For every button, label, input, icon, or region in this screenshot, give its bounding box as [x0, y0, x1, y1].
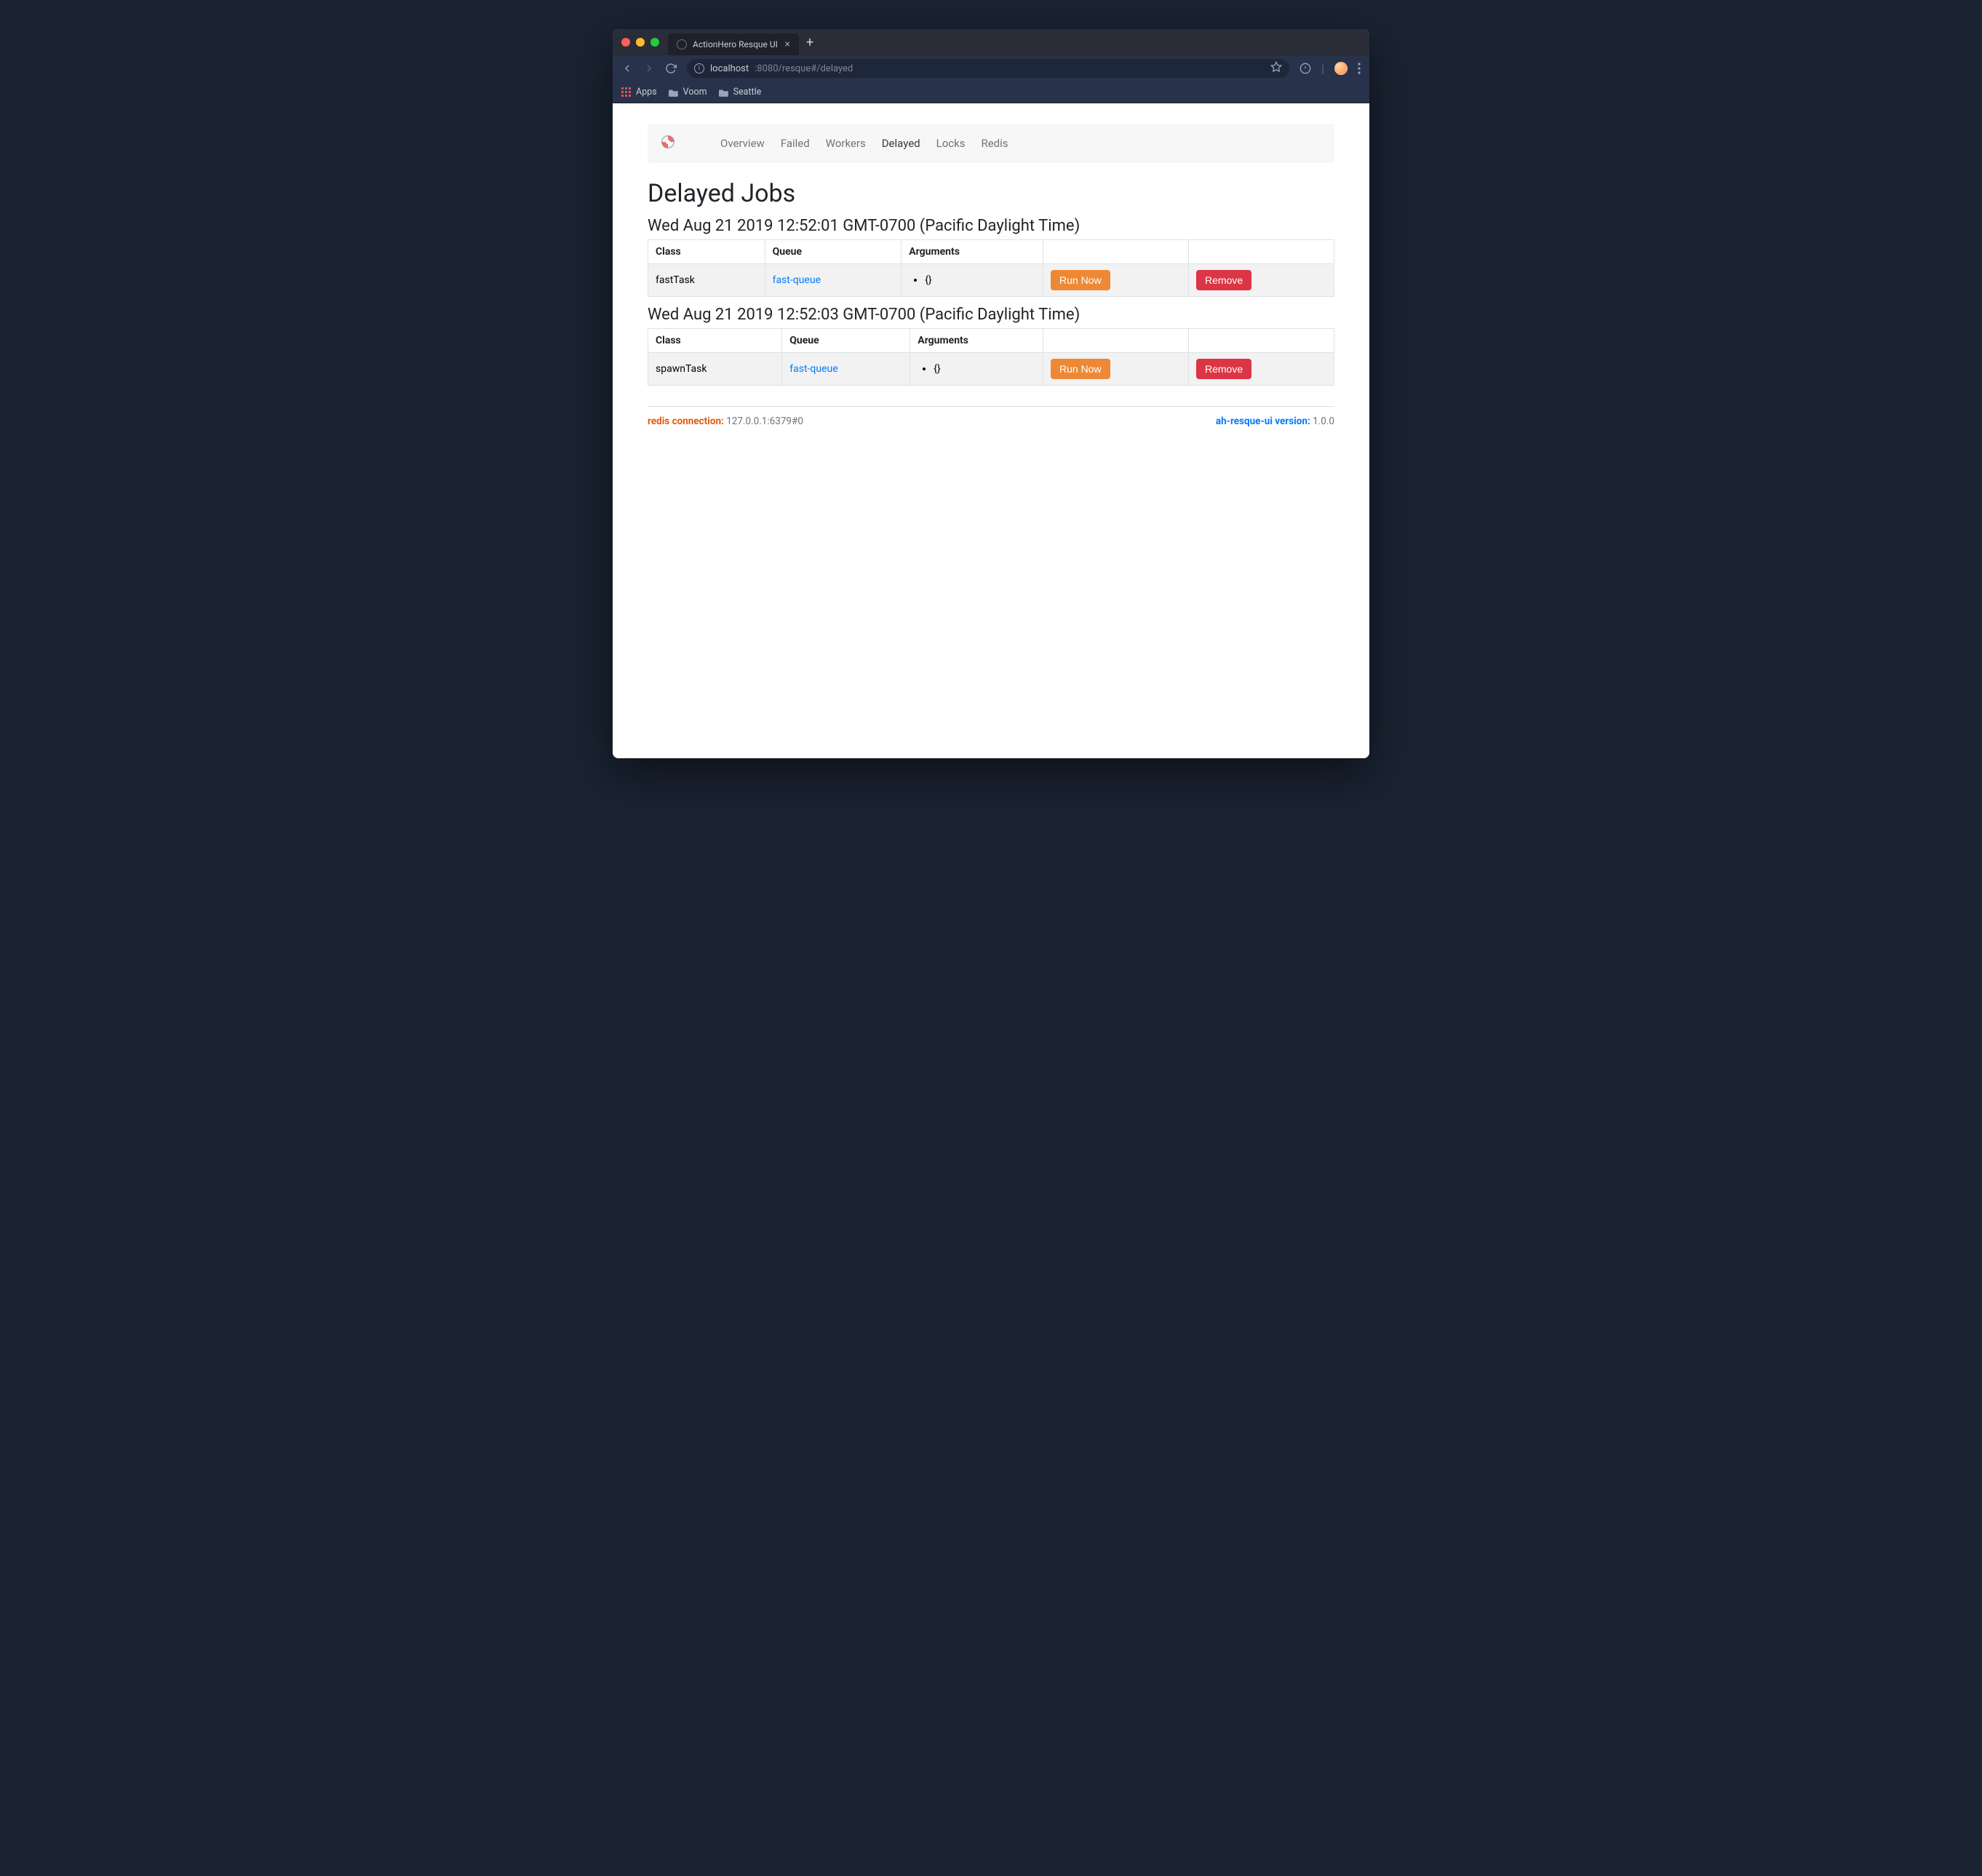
- jobs-table: Class Queue Arguments spawnTask fast-que…: [648, 328, 1334, 386]
- version-info: ah-resque-ui version: 1.0.0: [1216, 416, 1334, 427]
- bookmark-label: Seattle: [733, 87, 762, 98]
- bookmark-label: Voom: [683, 87, 707, 98]
- remove-button[interactable]: Remove: [1196, 270, 1251, 290]
- tab-title: ActionHero Resque UI: [693, 39, 778, 49]
- bookmark-label: Apps: [636, 87, 657, 98]
- browser-tab[interactable]: ActionHero Resque UI ×: [668, 33, 799, 55]
- redis-connection: redis connection: 127.0.0.1:6379#0: [648, 416, 803, 427]
- arg-item: {}: [934, 363, 1035, 375]
- page-info-icon[interactable]: [1300, 63, 1311, 74]
- nav-redis[interactable]: Redis: [979, 134, 1009, 153]
- bookmark-seattle[interactable]: Seattle: [719, 87, 762, 98]
- bookmark-voom[interactable]: Voom: [669, 87, 707, 98]
- window-close-button[interactable]: [621, 38, 630, 47]
- th-run: [1043, 240, 1189, 264]
- th-remove: [1189, 240, 1334, 264]
- address-bar: i localhost:8080/resque#/delayed |: [613, 55, 1369, 82]
- app-navbar: Overview Failed Workers Delayed Locks Re…: [648, 124, 1334, 163]
- run-now-button[interactable]: Run Now: [1051, 359, 1110, 379]
- titlebar: ActionHero Resque UI × +: [613, 29, 1369, 55]
- th-run: [1043, 329, 1189, 353]
- star-icon[interactable]: [1270, 61, 1282, 76]
- timestamp-header: Wed Aug 21 2019 12:52:01 GMT-0700 (Pacif…: [648, 217, 1334, 235]
- cell-remove: Remove: [1189, 353, 1334, 386]
- globe-icon: [677, 39, 687, 49]
- remove-button[interactable]: Remove: [1196, 359, 1251, 379]
- cell-queue: fast-queue: [782, 353, 910, 386]
- cell-queue: fast-queue: [765, 264, 902, 297]
- cell-class: fastTask: [648, 264, 765, 297]
- redis-value: 127.0.0.1:6379#0: [726, 416, 803, 427]
- brand-icon: [661, 135, 675, 152]
- th-queue: Queue: [765, 240, 902, 264]
- cell-class: spawnTask: [648, 353, 782, 386]
- th-remove: [1189, 329, 1334, 353]
- window-minimize-button[interactable]: [636, 38, 645, 47]
- redis-label: redis connection:: [648, 416, 724, 427]
- new-tab-button[interactable]: +: [806, 35, 813, 50]
- nav-locks[interactable]: Locks: [935, 134, 967, 153]
- bookmark-apps[interactable]: Apps: [621, 87, 657, 98]
- url-path: :8080/resque#/delayed: [755, 63, 853, 74]
- version-value: 1.0.0: [1313, 416, 1334, 427]
- version-label: ah-resque-ui version:: [1216, 416, 1310, 427]
- th-class: Class: [648, 240, 765, 264]
- footer: redis connection: 127.0.0.1:6379#0 ah-re…: [648, 416, 1334, 427]
- cell-run: Run Now: [1043, 264, 1189, 297]
- th-queue: Queue: [782, 329, 910, 353]
- timestamp-header: Wed Aug 21 2019 12:52:03 GMT-0700 (Pacif…: [648, 306, 1334, 324]
- th-arguments: Arguments: [902, 240, 1043, 264]
- page-title: Delayed Jobs: [648, 179, 1334, 208]
- folder-icon: [719, 88, 729, 97]
- forward-button[interactable]: [643, 63, 655, 74]
- table-row: fastTask fast-queue {} Run Now Remove: [648, 264, 1334, 297]
- th-arguments: Arguments: [910, 329, 1043, 353]
- queue-link[interactable]: fast-queue: [773, 274, 821, 286]
- window-controls: [621, 38, 659, 47]
- nav-failed[interactable]: Failed: [779, 134, 811, 153]
- profile-avatar[interactable]: [1334, 62, 1348, 75]
- browser-menu-icon[interactable]: [1358, 63, 1361, 74]
- url-field[interactable]: i localhost :8080/resque#/delayed: [687, 59, 1289, 78]
- reload-button[interactable]: [665, 63, 677, 74]
- bookmarks-bar: Apps Voom Seattle: [613, 82, 1369, 103]
- footer-divider: [648, 406, 1334, 407]
- back-button[interactable]: [621, 63, 633, 74]
- folder-icon: [669, 88, 679, 97]
- window-maximize-button[interactable]: [650, 38, 659, 47]
- queue-link[interactable]: fast-queue: [789, 363, 837, 375]
- table-row: spawnTask fast-queue {} Run Now Remove: [648, 353, 1334, 386]
- jobs-table: Class Queue Arguments fastTask fast-queu…: [648, 239, 1334, 297]
- site-info-icon[interactable]: i: [694, 63, 704, 73]
- tab-close-icon[interactable]: ×: [785, 39, 790, 49]
- nav-overview[interactable]: Overview: [719, 134, 766, 153]
- cell-arguments: {}: [902, 264, 1043, 297]
- cell-remove: Remove: [1189, 264, 1334, 297]
- nav-delayed[interactable]: Delayed: [880, 134, 922, 153]
- cell-run: Run Now: [1043, 353, 1189, 386]
- url-host: localhost: [710, 63, 749, 74]
- arg-item: {}: [925, 274, 1035, 286]
- nav-workers[interactable]: Workers: [824, 134, 867, 153]
- run-now-button[interactable]: Run Now: [1051, 270, 1110, 290]
- apps-icon: [621, 87, 632, 98]
- th-class: Class: [648, 329, 782, 353]
- browser-window: ActionHero Resque UI × + i localhost :808…: [613, 29, 1369, 758]
- page-body: Overview Failed Workers Delayed Locks Re…: [613, 103, 1369, 758]
- cell-arguments: {}: [910, 353, 1043, 386]
